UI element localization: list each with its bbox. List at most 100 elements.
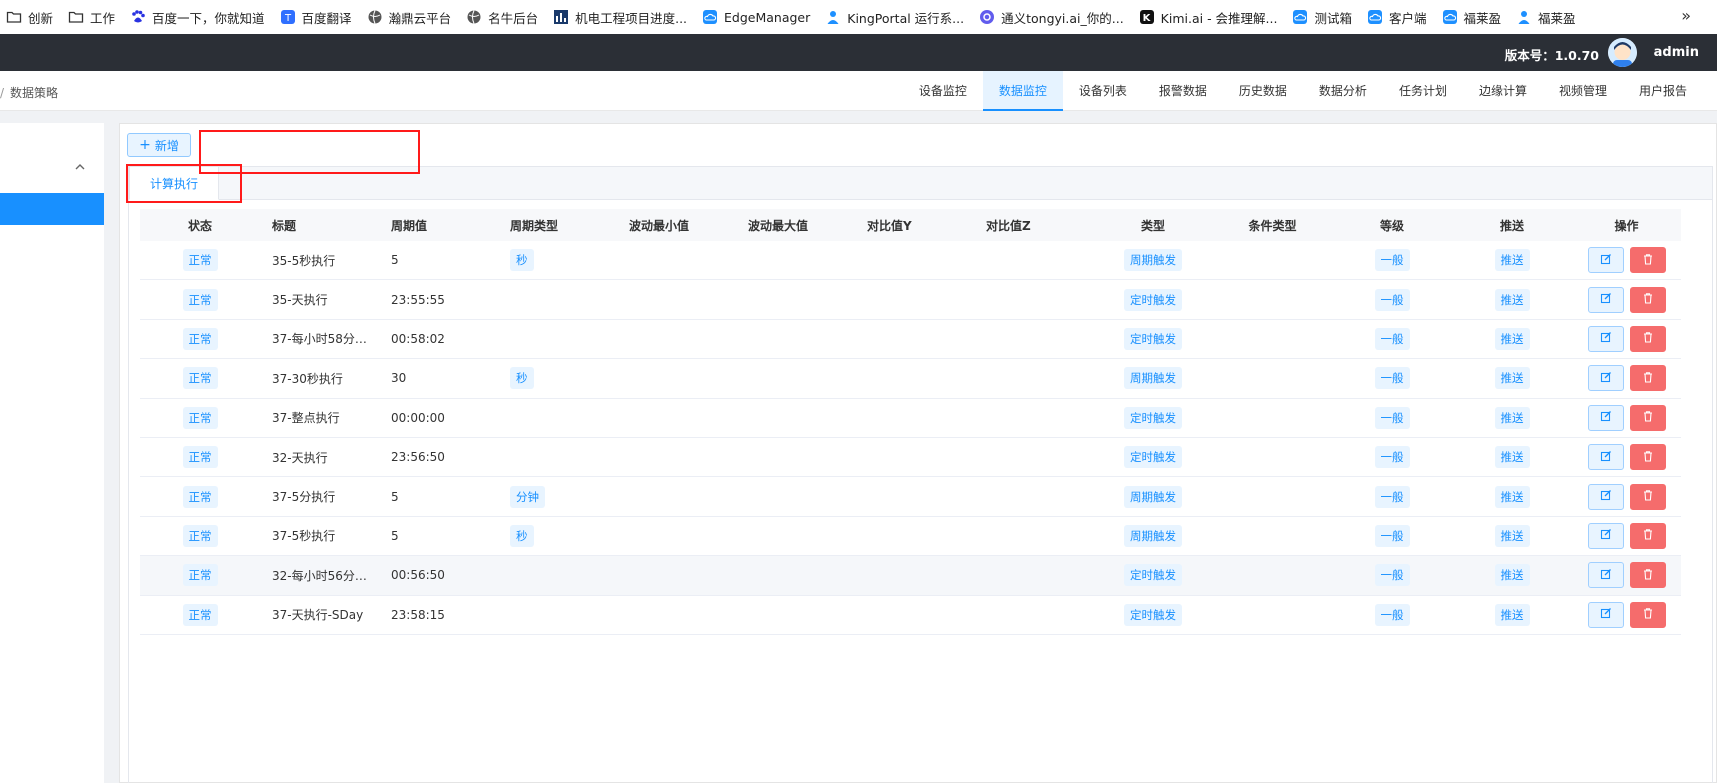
push-badge[interactable]: 推送 bbox=[1494, 327, 1530, 350]
trigger-type-badge: 定时触发 bbox=[1124, 446, 1182, 469]
table-row: 正常 32-每小时56分执行 00:56:50 定时触发 一般 推送 bbox=[140, 556, 1681, 596]
nav-tab-7[interactable]: 任务计划 bbox=[1383, 71, 1463, 111]
column-header: 周期类型 bbox=[510, 218, 559, 233]
delete-button[interactable] bbox=[1629, 325, 1666, 352]
bookmark-item[interactable]: 创新 bbox=[6, 8, 53, 27]
delete-button[interactable] bbox=[1629, 483, 1666, 510]
nav-tab-9[interactable]: 视频管理 bbox=[1543, 71, 1623, 111]
push-badge[interactable]: 推送 bbox=[1494, 446, 1530, 469]
max-value-cell bbox=[736, 477, 855, 515]
delete-button[interactable] bbox=[1629, 247, 1666, 274]
bookmark-item[interactable]: 机电工程项目进度... bbox=[553, 8, 687, 27]
sidebar-item-active[interactable] bbox=[0, 193, 104, 225]
delete-button[interactable] bbox=[1629, 562, 1666, 589]
push-badge[interactable]: 推送 bbox=[1494, 524, 1530, 547]
max-value-cell bbox=[736, 517, 855, 555]
bookmark-item[interactable]: KingPortal 运行系... bbox=[825, 8, 964, 27]
delete-button[interactable] bbox=[1629, 365, 1666, 392]
bookmark-item[interactable]: 名牛后台 bbox=[466, 8, 538, 27]
bookmark-item[interactable]: T 百度翻译 bbox=[280, 8, 352, 27]
bookmark-label: Kimi.ai - 会推理解... bbox=[1160, 10, 1278, 26]
push-badge[interactable]: 推送 bbox=[1494, 603, 1530, 626]
edit-icon bbox=[1600, 607, 1612, 622]
edit-button[interactable] bbox=[1587, 522, 1624, 549]
table-row: 正常 37-整点执行 00:00:00 定时触发 一般 推送 bbox=[140, 398, 1681, 438]
column-header: 对比值Z bbox=[986, 218, 1031, 233]
push-badge[interactable]: 推送 bbox=[1494, 485, 1530, 508]
push-badge[interactable]: 推送 bbox=[1494, 249, 1530, 272]
edit-button[interactable] bbox=[1587, 444, 1624, 471]
trigger-type-badge: 周期触发 bbox=[1124, 367, 1182, 390]
edit-button[interactable] bbox=[1587, 365, 1624, 392]
bookmark-item[interactable]: K Kimi.ai - 会推理解... bbox=[1139, 8, 1278, 27]
condition-type-cell bbox=[1213, 320, 1332, 358]
edit-button[interactable] bbox=[1587, 483, 1624, 510]
min-value-cell bbox=[617, 596, 736, 634]
nav-tab-3[interactable]: 设备列表 bbox=[1063, 71, 1143, 111]
max-value-cell bbox=[736, 596, 855, 634]
period-value-cell: 00:00:00 bbox=[391, 410, 445, 425]
push-badge[interactable]: 推送 bbox=[1494, 367, 1530, 390]
push-cell: 推送 bbox=[1452, 359, 1572, 397]
level-badge: 一般 bbox=[1374, 249, 1410, 272]
push-badge[interactable]: 推送 bbox=[1494, 406, 1530, 429]
type-cell: 周期触发 bbox=[1093, 477, 1213, 515]
level-badge: 一般 bbox=[1374, 524, 1410, 547]
delete-button[interactable] bbox=[1629, 444, 1666, 471]
edit-button[interactable] bbox=[1587, 325, 1624, 352]
edit-button[interactable] bbox=[1587, 562, 1624, 589]
trash-icon bbox=[1642, 489, 1654, 504]
edit-button[interactable] bbox=[1587, 247, 1624, 274]
status-cell: 正常 bbox=[140, 399, 260, 437]
operations-cell bbox=[1572, 477, 1681, 515]
bookmark-label: 通义tongyi.ai_你的... bbox=[1001, 10, 1124, 26]
nav-tab-8[interactable]: 边缘计算 bbox=[1463, 71, 1543, 111]
chevron-up-icon[interactable] bbox=[72, 159, 88, 175]
trash-icon bbox=[1642, 292, 1654, 307]
push-cell: 推送 bbox=[1452, 320, 1572, 358]
sidebar-group-header[interactable] bbox=[0, 153, 104, 183]
delete-button[interactable] bbox=[1629, 522, 1666, 549]
push-badge[interactable]: 推送 bbox=[1494, 288, 1530, 311]
bookmark-item[interactable]: 通义tongyi.ai_你的... bbox=[979, 8, 1124, 27]
bookmark-item[interactable]: 瀚鼎云平台 bbox=[367, 8, 451, 27]
bookmark-item[interactable]: 工作 bbox=[68, 8, 115, 27]
nav-tabs: 设备监控 数据监控 设备列表 报警数据 历史数据 数据分析 任务计划 边缘计算 视频管理 用户报告 bbox=[903, 71, 1703, 111]
nav-tab-5[interactable]: 历史数据 bbox=[1223, 71, 1303, 111]
compare-z-cell bbox=[974, 280, 1093, 318]
compare-z-cell bbox=[974, 438, 1093, 476]
push-badge[interactable]: 推送 bbox=[1494, 564, 1530, 587]
tab-compute-execution[interactable]: 计算执行 bbox=[129, 166, 219, 200]
delete-button[interactable] bbox=[1629, 404, 1666, 431]
bookmark-item[interactable]: 客户端 bbox=[1367, 8, 1427, 27]
add-button[interactable]: + 新增 bbox=[127, 133, 191, 157]
title-text: 32-天执行 bbox=[272, 450, 328, 465]
bookmark-item[interactable]: 福莱盈 bbox=[1442, 8, 1501, 27]
period-type-badge: 秒 bbox=[510, 367, 534, 390]
edit-button[interactable] bbox=[1587, 404, 1624, 431]
nav-tab-1[interactable]: 设备监控 bbox=[903, 71, 983, 111]
push-cell: 推送 bbox=[1452, 280, 1572, 318]
condition-type-cell bbox=[1213, 477, 1332, 515]
nav-tab-6[interactable]: 数据分析 bbox=[1303, 71, 1383, 111]
nav-tab-10[interactable]: 用户报告 bbox=[1623, 71, 1703, 111]
user-name[interactable]: admin bbox=[1654, 45, 1699, 60]
trigger-type-badge: 周期触发 bbox=[1124, 524, 1182, 547]
title-text: 37-30秒执行 bbox=[272, 371, 343, 386]
bookmark-item[interactable]: EdgeManager bbox=[702, 9, 810, 25]
trash-icon bbox=[1642, 331, 1654, 346]
bookmarks-more-icon[interactable]: » bbox=[1681, 6, 1691, 25]
compare-y-cell bbox=[855, 320, 974, 358]
nav-tab-2[interactable]: 数据监控 bbox=[982, 71, 1063, 111]
bookmark-item[interactable]: 测试箱 bbox=[1292, 8, 1352, 27]
delete-button[interactable] bbox=[1629, 286, 1666, 313]
edit-button[interactable] bbox=[1587, 286, 1624, 313]
title-text: 32-每小时56分执行 bbox=[272, 568, 372, 583]
delete-button[interactable] bbox=[1629, 601, 1666, 628]
bookmark-item[interactable]: 福莱盈 bbox=[1516, 8, 1576, 27]
avatar[interactable] bbox=[1608, 38, 1637, 67]
bookmark-item[interactable]: 百度一下，你就知道 bbox=[130, 8, 265, 27]
nav-tab-4[interactable]: 报警数据 bbox=[1143, 71, 1223, 111]
max-value-cell bbox=[736, 241, 855, 279]
edit-button[interactable] bbox=[1587, 601, 1624, 628]
